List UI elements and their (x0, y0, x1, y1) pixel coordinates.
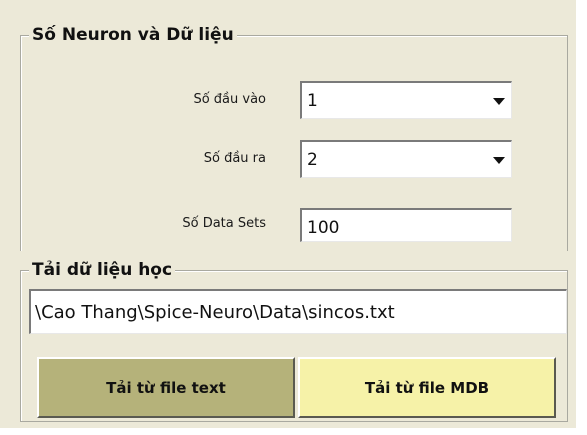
datasets-count-input[interactable]: 100 (300, 208, 512, 242)
inputs-count-combobox[interactable]: 1 (300, 81, 512, 119)
data-file-path-input[interactable]: \Cao Thang\Spice-Neuro\Data\sincos.txt (29, 289, 567, 334)
chevron-down-icon[interactable] (493, 157, 505, 164)
datasets-count-value: 100 (307, 218, 340, 238)
settings-panel: Số Neuron và Dữ liệu Số đầu vào 1 Số đầu… (0, 0, 576, 428)
load-from-text-button[interactable]: Tải từ file text (37, 357, 295, 418)
outputs-count-label: Số đầu ra (203, 151, 266, 166)
data-file-path-value: \Cao Thang\Spice-Neuro\Data\sincos.txt (35, 302, 395, 323)
neuron-data-group-title: Số Neuron và Dữ liệu (29, 24, 237, 46)
chevron-down-icon[interactable] (493, 98, 505, 105)
inputs-count-value: 1 (307, 91, 318, 111)
load-data-group-title: Tải dữ liệu học (29, 259, 176, 281)
load-from-mdb-button[interactable]: Tải từ file MDB (298, 357, 556, 418)
inputs-count-label: Số đầu vào (193, 92, 266, 107)
outputs-count-combobox[interactable]: 2 (300, 140, 512, 178)
outputs-count-value: 2 (307, 150, 318, 170)
datasets-count-label: Số Data Sets (182, 216, 266, 231)
